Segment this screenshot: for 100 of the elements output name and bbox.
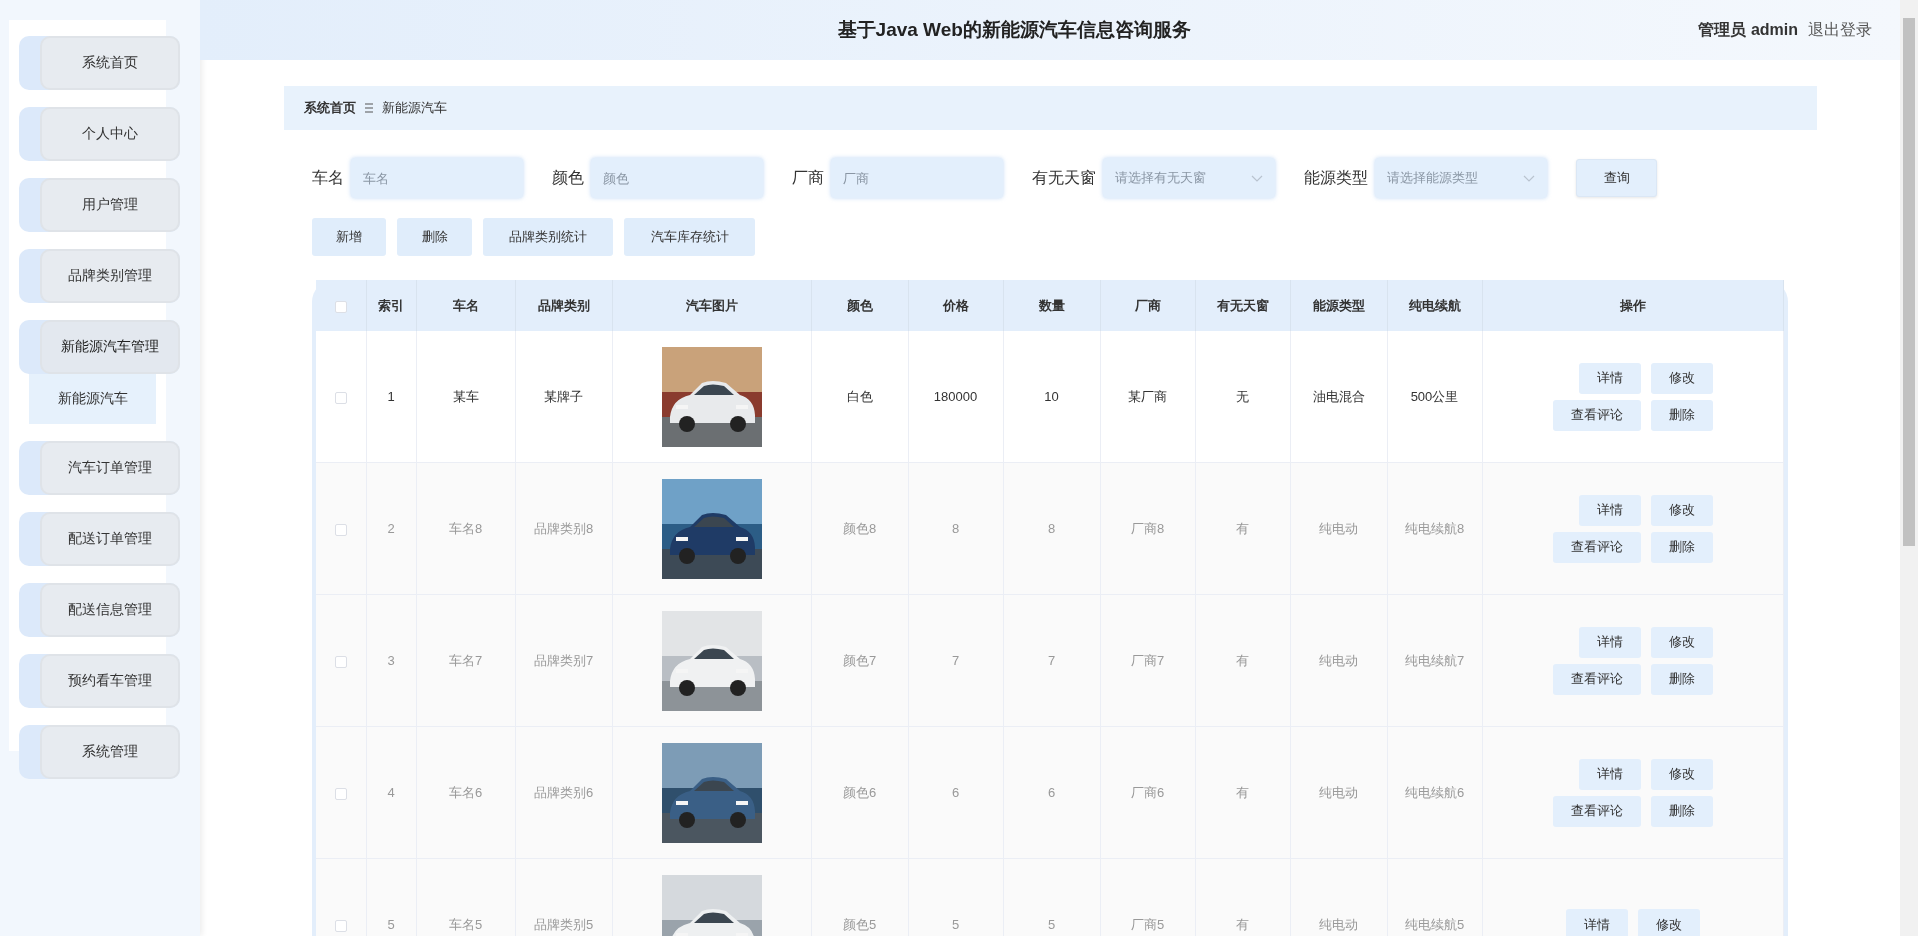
table-cell: 有	[1236, 916, 1249, 932]
row-action-button[interactable]: 删除	[1650, 531, 1713, 563]
table-cell: 5	[387, 917, 395, 932]
column-header: 数量	[1003, 280, 1100, 331]
table-cell: 180000	[933, 389, 978, 404]
row-action-button[interactable]: 删除	[1650, 663, 1713, 695]
table-cell: 有	[1236, 784, 1249, 800]
search-button[interactable]: 查询	[1576, 159, 1657, 197]
action-button[interactable]: 品牌类别统计	[483, 218, 613, 256]
row-action-button[interactable]: 详情	[1565, 909, 1628, 936]
table-cell: 纯电动	[1319, 784, 1358, 800]
column-header: 品牌类别	[515, 280, 612, 331]
table-cell: 车名6	[448, 784, 483, 800]
column-header: 能源类型	[1290, 280, 1387, 331]
row-action-button[interactable]: 修改	[1650, 362, 1713, 394]
table-cell: 纯电动	[1319, 520, 1358, 536]
sidebar-subitem[interactable]: 新能源汽车	[29, 374, 156, 424]
row-action-button[interactable]: 详情	[1578, 494, 1641, 526]
table-cell: 品牌类别5	[533, 916, 594, 932]
input-field[interactable]: 颜色	[591, 158, 763, 198]
table-cell: 3	[387, 653, 395, 668]
column-header: 有无天窗	[1195, 280, 1290, 331]
sidebar-item[interactable]: 配送订单管理	[19, 512, 180, 566]
table-cell: 厂商6	[1130, 784, 1165, 800]
table-cell: 厂商5	[1130, 916, 1165, 932]
column-header: 汽车图片	[612, 280, 811, 331]
table-cell: 纯电动	[1319, 652, 1358, 668]
table-cell: 7	[1047, 653, 1056, 668]
row-action-button[interactable]: 修改	[1650, 494, 1713, 526]
table-cell: 某车	[452, 388, 479, 404]
breadcrumb-item[interactable]: 系统首页	[304, 99, 356, 117]
table-cell: 1	[387, 389, 395, 404]
sidebar-item[interactable]: 新能源汽车管理	[19, 320, 180, 374]
table-cell: 车名7	[448, 652, 483, 668]
action-button[interactable]: 删除	[397, 218, 472, 256]
table-cell: 品牌类别7	[533, 652, 594, 668]
table-cell: 有	[1236, 652, 1249, 668]
page-title: 基于Java Web的新能源汽车信息咨询服务	[836, 18, 1192, 42]
filter-label: 有无天窗	[1032, 167, 1096, 188]
table-cell: 6	[1047, 785, 1056, 800]
table-cell: 2	[387, 521, 395, 536]
row-action-button[interactable]: 查看评论	[1552, 531, 1641, 563]
sidebar-item[interactable]: 配送信息管理	[19, 583, 180, 637]
table-cell: 无	[1236, 388, 1249, 404]
table-cell: 油电混合	[1312, 388, 1365, 404]
user-label: 管理员 admin	[1698, 19, 1798, 40]
sidebar-item[interactable]: 预约看车管理	[19, 654, 180, 708]
filter-label: 能源类型	[1304, 167, 1368, 188]
table-cell: 某牌子	[544, 388, 583, 404]
table-cell: 8	[951, 521, 960, 536]
table-cell: 纯电续航7	[1404, 652, 1465, 668]
sidebar-item[interactable]: 系统首页	[19, 36, 180, 90]
table-cell: 纯电动	[1319, 916, 1358, 932]
sidebar-item[interactable]: 用户管理	[19, 178, 180, 232]
table-cell: 10	[1044, 389, 1059, 404]
table-cell: 6	[951, 785, 960, 800]
table-cell: 厂商7	[1130, 652, 1165, 668]
row-action-button[interactable]: 查看评论	[1552, 399, 1641, 431]
column-header: 厂商	[1100, 280, 1195, 331]
table-cell: 颜色6	[842, 784, 877, 800]
table-cell: 某厂商	[1128, 388, 1167, 404]
sidebar-item[interactable]: 品牌类别管理	[19, 249, 180, 303]
row-action-button[interactable]: 修改	[1650, 758, 1713, 790]
table-cell: 8	[1047, 521, 1056, 536]
input-field[interactable]: 车名	[351, 158, 523, 198]
table-cell: 颜色7	[842, 652, 877, 668]
table-cell: 纯电续航5	[1404, 916, 1465, 932]
column-header: 索引	[366, 280, 416, 331]
action-button[interactable]: 汽车库存统计	[624, 218, 755, 256]
row-action-button[interactable]: 查看评论	[1552, 795, 1641, 827]
table-cell: 颜色5	[842, 916, 877, 932]
row-action-button[interactable]: 修改	[1650, 626, 1713, 658]
table-cell: 白色	[846, 388, 873, 404]
table-cell: 品牌类别8	[533, 520, 594, 536]
table-cell: 品牌类别6	[533, 784, 594, 800]
table-cell: 500公里	[1410, 388, 1459, 404]
table-cell: 纯电续航8	[1404, 520, 1465, 536]
filter-label: 颜色	[552, 167, 584, 188]
row-action-button[interactable]: 详情	[1578, 626, 1641, 658]
row-action-button[interactable]: 删除	[1650, 399, 1713, 431]
row-action-button[interactable]: 删除	[1650, 795, 1713, 827]
row-action-button[interactable]: 详情	[1578, 758, 1641, 790]
logout-link[interactable]: 退出登录	[1808, 19, 1872, 41]
table-cell: 5	[951, 917, 960, 932]
column-header: 价格	[908, 280, 1003, 331]
table-cell: 7	[951, 653, 960, 668]
row-action-button[interactable]: 查看评论	[1552, 663, 1641, 695]
row-action-button[interactable]: 修改	[1637, 909, 1700, 936]
row-action-button[interactable]: 详情	[1578, 362, 1641, 394]
action-button[interactable]: 新增	[312, 218, 386, 256]
input-field[interactable]: 厂商	[831, 158, 1003, 198]
sidebar-item[interactable]: 系统管理	[19, 725, 180, 779]
table-cell: 厂商8	[1130, 520, 1165, 536]
column-header: 车名	[416, 280, 515, 331]
table-cell: 4	[387, 785, 395, 800]
column-header: 颜色	[811, 280, 908, 331]
column-header: 纯电续航	[1387, 280, 1482, 331]
sidebar-item[interactable]: 汽车订单管理	[19, 441, 180, 495]
table-cell: 纯电续航6	[1404, 784, 1465, 800]
sidebar-item[interactable]: 个人中心	[19, 107, 180, 161]
